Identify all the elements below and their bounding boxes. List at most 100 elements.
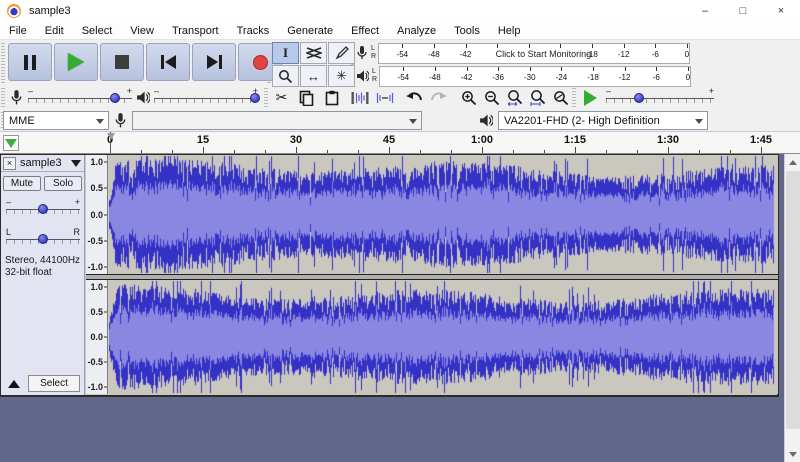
track-gain-slider[interactable]: – + [6,197,80,217]
timeline-minor-tick [730,150,731,153]
menu-file[interactable]: File [0,23,36,39]
menu-effect[interactable]: Effect [342,23,388,39]
scrollbar-thumb[interactable] [786,171,800,429]
meter-db-label: -42 [460,50,472,59]
cut-button[interactable]: ✂ [270,87,293,108]
playback-device-select[interactable]: VA2201-FHD (2- High Definition [498,111,708,130]
trim-icon [351,91,369,105]
playback-speed-slider[interactable]: – + [606,86,714,108]
amplitude-label: -0.5 [87,236,103,246]
monitor-text[interactable]: Click to Start Monitoring [496,49,592,59]
menu-transport[interactable]: Transport [163,23,228,39]
pencil-icon [335,46,349,60]
menu-help[interactable]: Help [489,23,530,39]
envelope-tool-button[interactable] [300,42,327,64]
minimize-button[interactable]: – [686,0,724,22]
mixer-toolbar-grip[interactable] [1,88,5,108]
scissors-icon: ✂ [276,89,288,106]
draw-tool-button[interactable] [328,42,355,64]
waveform-area-right[interactable] [109,280,778,394]
playback-volume-slider[interactable]: – + [154,86,258,108]
track-collapse-button[interactable] [4,376,24,391]
menu-edit[interactable]: Edit [36,23,73,39]
redo-button[interactable] [427,87,450,108]
copy-icon [299,90,314,106]
zoom-toggle-button[interactable] [549,87,572,108]
amplitude-label: 1.0 [90,282,103,292]
amplitude-tick [104,214,107,215]
menu-analyze[interactable]: Analyze [388,23,445,39]
copy-button[interactable] [295,87,318,108]
magnifier-icon [278,69,293,84]
playback-meter-scale[interactable]: -54-48-42-36-30-24-18-12-60 [379,66,691,87]
track-name[interactable]: sample3 [20,157,71,169]
pause-button[interactable] [8,43,52,81]
track-pan-slider[interactable]: L R [6,227,80,247]
meter-tick [467,67,468,71]
silence-audio-button[interactable] [373,87,396,108]
playhead-pin-icon[interactable] [107,133,115,140]
stop-button[interactable] [100,43,144,81]
meter-tick [592,44,593,48]
track-menu-icon[interactable] [71,160,81,167]
recording-meter-scale[interactable]: -54-48-42-18-12-60Click to Start Monitor… [378,43,690,64]
playback-volume-speaker-icon [136,90,150,105]
time-shift-tool-button[interactable]: ↔ [300,65,327,87]
recording-device-select[interactable] [132,111,422,130]
menu-tracks[interactable]: Tracks [228,23,279,39]
vertical-scale-left-channel[interactable]: 1.00.50.0-0.5-1.0 [86,155,108,274]
timeline-major-tick [668,147,669,153]
fit-selection-button[interactable] [503,87,526,108]
menu-view[interactable]: View [121,23,163,39]
meter-db-label: -6 [653,73,660,82]
recording-meter[interactable]: LR -54-48-42-18-12-60Click to Start Moni… [356,42,690,64]
play-at-speed-button[interactable] [579,88,601,108]
play-button[interactable] [54,43,98,81]
close-button[interactable]: × [762,0,800,22]
skip-to-end-button[interactable] [192,43,236,81]
timeline-minor-tick [265,150,266,153]
slider-thumb[interactable] [250,93,260,103]
menu-select[interactable]: Select [73,23,122,39]
multi-tool-button[interactable]: ✳ [328,65,355,87]
skip-to-start-button[interactable] [146,43,190,81]
vertical-scrollbar[interactable] [784,154,800,462]
scroll-down-button[interactable] [785,446,800,462]
fit-project-button[interactable] [526,87,549,108]
selection-tool-button[interactable]: I [272,42,299,64]
menu-tools[interactable]: Tools [445,23,489,39]
playback-meter[interactable]: LR -54-48-42-36-30-24-18-12-60 [356,65,691,87]
menu-generate[interactable]: Generate [278,23,342,39]
waveform-left-channel[interactable] [109,155,778,274]
paste-button[interactable] [320,87,343,108]
audio-host-select[interactable]: MME [3,111,109,130]
amplitude-label: -1.0 [87,262,103,272]
track-select-button[interactable]: Select [28,375,80,392]
zoom-tool-button[interactable] [272,65,299,87]
transport-toolbar-grip[interactable] [1,43,5,84]
undo-button[interactable] [402,87,425,108]
zoom-in-button[interactable] [457,87,480,108]
maximize-button[interactable]: □ [724,0,762,22]
timeline-major-tick [203,147,204,153]
mute-button[interactable]: Mute [3,176,41,191]
amplitude-label: 1.0 [90,157,103,167]
zoom-out-button[interactable] [480,87,503,108]
solo-button[interactable]: Solo [44,176,82,191]
edit-toolbar-grip[interactable] [264,88,268,108]
scroll-up-button[interactable] [785,154,800,170]
waveform-area-left[interactable] [109,155,778,274]
slider-thumb[interactable] [38,234,48,244]
meter-left-label: L [372,68,377,76]
timeline-ruler[interactable]: 01530451:001:151:301:45 [0,132,800,154]
waveform-right-channel[interactable] [109,280,778,394]
trim-audio-button[interactable] [348,87,371,108]
playspeed-toolbar-grip[interactable] [572,88,576,108]
track-close-button[interactable]: × [3,157,16,170]
timeline-minor-tick [544,150,545,153]
zoom-in-icon [461,90,477,106]
recording-volume-slider[interactable]: – + [28,86,132,108]
vertical-scale-right-channel[interactable]: 1.00.50.0-0.5-1.0 [86,280,108,394]
slider-thumb[interactable] [38,204,48,214]
audio-track: × sample3 Mute Solo – + L R Stereo, 4410… [0,154,779,397]
